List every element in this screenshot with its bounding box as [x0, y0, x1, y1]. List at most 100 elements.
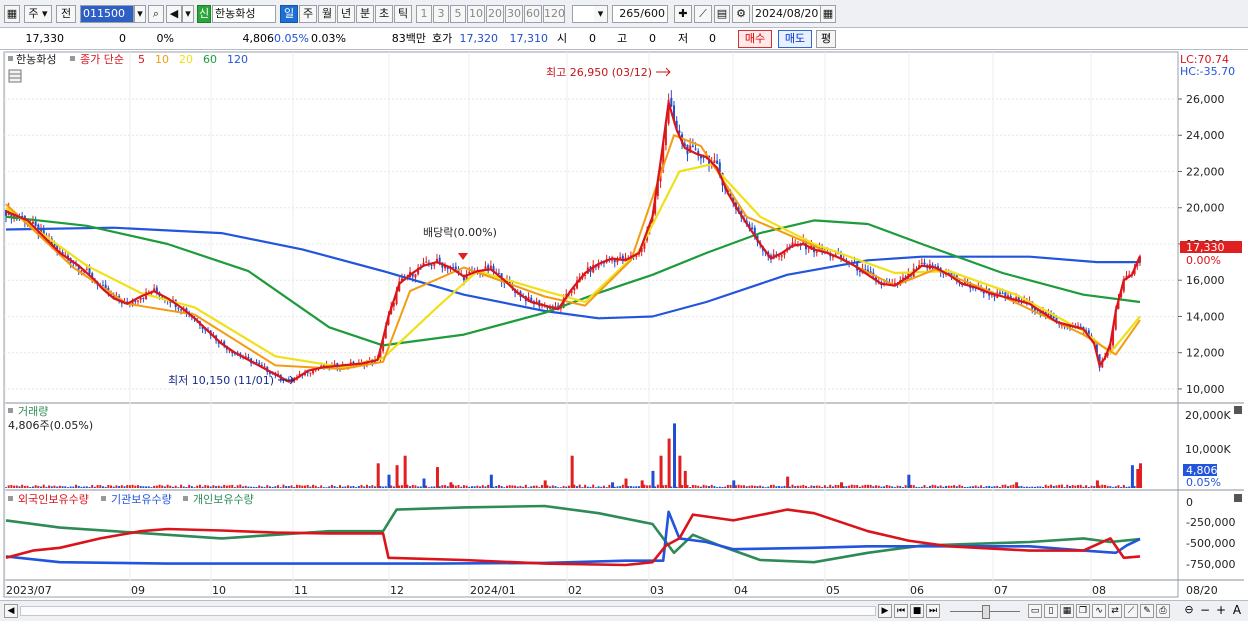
volume-bar	[646, 485, 649, 488]
draw-icon[interactable]: ⟋	[694, 5, 712, 23]
volume-bar	[110, 485, 113, 488]
interval-1[interactable]: 1	[416, 5, 432, 23]
volume-bar	[869, 484, 872, 488]
interval-3[interactable]: 3	[433, 5, 449, 23]
volume-bar	[497, 484, 500, 488]
table-icon[interactable]	[8, 69, 22, 83]
sell-button[interactable]: 매도	[778, 30, 812, 48]
volume-bar	[616, 486, 619, 488]
calendar-icon[interactable]: ▦	[820, 5, 836, 23]
settings-icon[interactable]: ✎	[1140, 604, 1154, 618]
period-select[interactable]: 주 ▾	[24, 5, 52, 23]
volume-panel-close-icon[interactable]	[1234, 406, 1242, 414]
interval-30[interactable]: 30	[505, 5, 523, 23]
buy-button[interactable]: 매수	[738, 30, 772, 48]
volume-bar	[893, 487, 896, 488]
tab-0[interactable]: 일	[280, 5, 298, 23]
volume-spike	[651, 470, 655, 488]
crosshair-icon[interactable]: ✚	[674, 5, 692, 23]
volume-bar	[858, 486, 861, 488]
tab-1[interactable]: 주	[299, 5, 317, 23]
volume-bar	[417, 486, 420, 488]
holdings-panel-close-icon[interactable]	[1234, 494, 1242, 502]
layout-icon[interactable]: ▭	[1028, 604, 1042, 618]
volume-bar	[26, 485, 29, 488]
time-tick: 02	[568, 584, 582, 597]
volume-bar	[112, 486, 115, 488]
tab-5[interactable]: 초	[375, 5, 393, 23]
trend-icon[interactable]: ⟋	[1124, 604, 1138, 618]
tab-3[interactable]: 년	[337, 5, 355, 23]
stock-name-field[interactable]: 한농화성	[212, 5, 276, 23]
volume-bar	[1079, 484, 1082, 488]
interval-10[interactable]: 10	[467, 5, 485, 23]
tab-4[interactable]: 분	[356, 5, 374, 23]
stock-chart[interactable]: 10,00012,00014,00016,00018,00020,00022,0…	[0, 50, 1248, 600]
tab-2[interactable]: 월	[318, 5, 336, 23]
volume-bar	[228, 485, 231, 488]
scroll-left-icon[interactable]: ◀	[4, 604, 18, 618]
indicator-icon[interactable]: ∿	[1092, 604, 1106, 618]
volume-bar	[753, 485, 756, 488]
volume-spike	[611, 482, 615, 488]
volume-bar	[637, 486, 640, 488]
zoom-out-icon[interactable]: ⊖	[1182, 604, 1196, 618]
last-icon[interactable]: ⏭	[926, 604, 940, 618]
volume-bar	[1093, 486, 1096, 488]
search-icon[interactable]: ⌕	[148, 5, 164, 23]
plus-icon[interactable]: +	[1214, 604, 1228, 618]
scroll-right-icon[interactable]: ▶	[878, 604, 892, 618]
price-tick: 16,000	[1186, 274, 1225, 287]
volume-bar	[470, 486, 473, 488]
speaker-dropdown-icon[interactable]: ▾	[182, 5, 194, 23]
compare-icon[interactable]: ⇄	[1108, 604, 1122, 618]
copy-icon[interactable]: ❐	[1076, 604, 1090, 618]
volume-bar	[751, 485, 754, 488]
grid-icon[interactable]: ▦	[1060, 604, 1074, 618]
volume-bar	[134, 485, 137, 488]
save-icon[interactable]: ▤	[714, 5, 730, 23]
legend-ma-120: 120	[227, 53, 248, 66]
interval-5[interactable]: 5	[450, 5, 466, 23]
stock-code-input[interactable]: 011500	[80, 5, 134, 23]
zoom-slider-handle[interactable]	[982, 605, 990, 619]
gear-icon[interactable]: ⚙	[732, 5, 750, 23]
interval-120[interactable]: 120	[543, 5, 565, 23]
volume-bar	[799, 485, 802, 488]
print-icon[interactable]: ⎙	[1156, 604, 1170, 618]
stop-icon[interactable]: ■	[910, 604, 924, 618]
first-icon[interactable]: ⏮	[894, 604, 908, 618]
price-tick: 20,000	[1186, 202, 1225, 215]
prev-button[interactable]: 전	[56, 5, 76, 23]
scrollbar-track[interactable]	[20, 606, 876, 616]
volume-bar	[931, 484, 934, 488]
chart-type-icon[interactable]: ▦	[4, 5, 20, 23]
volume-bar	[1050, 484, 1053, 488]
average-button[interactable]: 평	[816, 30, 836, 48]
time-tick: 03	[650, 584, 664, 597]
interval-60[interactable]: 60	[524, 5, 542, 23]
font-size-icon[interactable]: A	[1230, 604, 1244, 618]
volume-bar	[969, 486, 972, 488]
candle-body	[454, 266, 457, 270]
volume-bar	[888, 485, 891, 488]
interval-dropdown-icon[interactable]: ▾	[594, 5, 608, 23]
navigation-bar: ◀ ▶ ⏮ ■ ⏭ ▭ ▯ ▦ ❐ ∿ ⇄ ⟋ ✎ ⎙ ⊖ − + A	[0, 600, 1248, 621]
volume-bar	[190, 486, 193, 488]
interval-20[interactable]: 20	[486, 5, 504, 23]
volume-bar	[325, 487, 328, 488]
volume-bar	[250, 486, 253, 488]
date-field[interactable]: 2024/08/20	[752, 5, 822, 23]
speaker-icon[interactable]: ◀	[166, 5, 182, 23]
volume-bar	[1112, 487, 1115, 488]
volume-bar	[42, 484, 45, 488]
tab-6[interactable]: 틱	[394, 5, 412, 23]
volume-bar	[597, 486, 600, 488]
volume-bar	[530, 486, 533, 488]
volume-bar	[885, 485, 888, 488]
count-field[interactable]: 265/600	[612, 5, 668, 23]
volume-bar	[150, 487, 153, 488]
code-dropdown-icon[interactable]: ▾	[134, 5, 146, 23]
minus-icon[interactable]: −	[1198, 604, 1212, 618]
split-icon[interactable]: ▯	[1044, 604, 1058, 618]
